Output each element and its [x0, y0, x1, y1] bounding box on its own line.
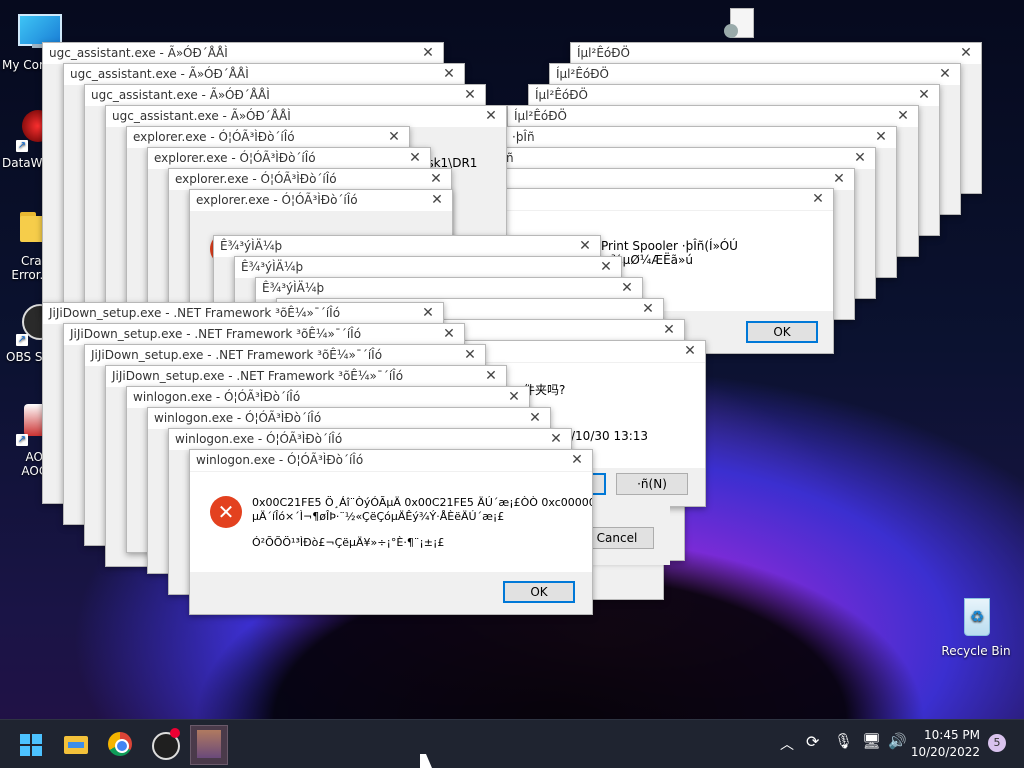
dialog-title: ugc_assistant.exe - Ã»ÓÐ´ÅÅÌ [49, 46, 228, 60]
network-icon[interactable]: 🖥 [862, 732, 881, 750]
obs-icon[interactable] [148, 728, 180, 760]
dialog-title: Íµl²ÊóÐÖ [556, 67, 609, 81]
close-icon[interactable]: ✕ [568, 450, 586, 471]
start-icon[interactable] [16, 728, 48, 760]
dialog-title: explorer.exe - Ó¦ÓÃ³ÌÐò´íÎó [196, 193, 358, 207]
close-icon[interactable]: ✕ [427, 169, 445, 190]
close-icon[interactable]: ✕ [428, 190, 446, 211]
close-icon[interactable]: ✕ [915, 85, 933, 106]
close-icon[interactable]: ✕ [872, 127, 890, 148]
desktop-icon-label: Recycle Bin [941, 644, 1011, 658]
taskbar: ︿ ⟳ 🎙 🖥 🔊 10:45 PM 10/20/2022 5 [0, 719, 1024, 768]
dialog-title: ugc_assistant.exe - Ã»ÓÐ´ÅÅÌ [70, 67, 249, 81]
shortcut-arrow-icon: ↗ [16, 140, 28, 152]
close-icon[interactable]: ✕ [597, 257, 615, 278]
dialog-title: winlogon.exe - Ó¦ÓÃ³ÌÐò´íÎó [133, 390, 301, 404]
close-icon[interactable]: ✕ [461, 345, 479, 366]
dialog-title: Ê¾³ýÌÄ¼þ [262, 281, 325, 295]
ok-button[interactable]: OK [503, 581, 575, 603]
dialog-title: ugc_assistant.exe - Ã»ÓÐ´ÅÅÌ [91, 88, 270, 102]
close-icon[interactable]: ✕ [681, 341, 699, 362]
dialog-title: ·þÎñ [512, 130, 535, 144]
clock-time[interactable]: 10:45 PM [916, 728, 980, 742]
mouse-cursor-icon [420, 754, 432, 768]
close-icon[interactable]: ✕ [406, 148, 424, 169]
close-icon[interactable]: ✕ [505, 387, 523, 408]
dialog-title: ugc_assistant.exe - Ã»ÓÐ´ÅÅÌ [112, 109, 291, 123]
close-icon[interactable]: ✕ [957, 43, 975, 64]
shortcut-arrow-icon: ↗ [16, 334, 28, 346]
close-icon[interactable]: ✕ [482, 106, 500, 127]
main-error-dialog[interactable]: winlogon.exe - Ó¦ÓÃ³ÌÐò´íÎó ✕ ✕ 0x00C21FE… [189, 449, 593, 615]
chrome-icon[interactable] [104, 728, 136, 760]
error-message-line1: 0x00C21FE5 Ö¸Áî¨ÒýÓÃµÄ 0x00C21FE5 ÄÚ´æ¡£… [252, 496, 593, 509]
dialog-title: Ê¾³ýÌÄ¼þ [220, 239, 283, 253]
date-text: /10/30 13:13 [571, 429, 649, 443]
dialog-title: winlogon.exe - Ó¦ÓÃ³ÌÐò´íÎó [154, 411, 322, 425]
close-icon[interactable]: ✕ [851, 148, 869, 169]
desktop-icon-recycle-bin[interactable]: ♻ Recycle Bin [936, 596, 1016, 658]
dialog-title: JiJiDown_setup.exe - .NET Framework ³õÊ¼… [91, 348, 383, 362]
error-x-icon: ✕ [210, 496, 242, 528]
close-icon[interactable]: ✕ [576, 236, 594, 257]
ok-button[interactable]: OK [746, 321, 818, 343]
chevron-up-icon[interactable]: ︿ [780, 734, 794, 754]
close-icon[interactable]: ✕ [809, 189, 827, 210]
dialog-title: Ê¾³ýÌÄ¼þ [241, 260, 304, 274]
dialog-title: explorer.exe - Ó¦ÓÃ³ÌÐò´íÎó [133, 130, 295, 144]
close-icon[interactable]: ✕ [482, 366, 500, 387]
no-button[interactable]: ·ñ(N) [616, 473, 688, 495]
recycle-bin-icon: ♻ [954, 596, 998, 640]
dialog-title: winlogon.exe - Ó¦ÓÃ³ÌÐò´íÎó [196, 453, 364, 467]
dialog-title: winlogon.exe - Ó¦ÓÃ³ÌÐò´íÎó [175, 432, 343, 446]
dialog-title: explorer.exe - Ó¦ÓÃ³ÌÐò´íÎó [154, 151, 316, 165]
close-icon[interactable]: ✕ [660, 320, 678, 341]
file-explorer-icon[interactable] [60, 728, 92, 760]
shortcut-arrow-icon: ↗ [16, 434, 28, 446]
close-icon[interactable]: ✕ [526, 408, 544, 429]
close-icon[interactable]: ✕ [461, 85, 479, 106]
print-spooler-message: Print Spooler ·þÎñ(Í»ÓÚ ±¾µØ¼ÆËã»ú [601, 239, 738, 267]
close-icon[interactable]: ✕ [419, 303, 437, 324]
close-icon[interactable]: ✕ [440, 64, 458, 85]
close-icon[interactable]: ✕ [440, 324, 458, 345]
anime-app-icon[interactable] [190, 725, 228, 765]
error-message-line2: µÄ´íÎó×´Ì¬¶øÎÞ·¨½«ÇëÇóµÄÊý¾Ý·ÅÈëÄÚ´æ¡£ [252, 510, 505, 523]
close-icon[interactable]: ✕ [639, 299, 657, 320]
close-icon[interactable]: ✕ [830, 169, 848, 190]
close-icon[interactable]: ✕ [547, 429, 565, 450]
dialog-title: Íµl²ÊóÐÖ [535, 88, 588, 102]
dialog-title: Íµl²ÊóÐÖ [514, 109, 567, 123]
notification-badge[interactable]: 5 [988, 734, 1006, 752]
volume-icon[interactable]: 🔊 [888, 732, 907, 750]
close-icon[interactable]: ✕ [936, 64, 954, 85]
sync-icon[interactable]: ⟳ [806, 732, 819, 751]
close-icon[interactable]: ✕ [618, 278, 636, 299]
clock-date[interactable]: 10/20/2022 [906, 745, 980, 759]
microphone-icon[interactable]: 🎙 [834, 732, 853, 750]
close-icon[interactable]: ✕ [894, 106, 912, 127]
dialog-title: JiJiDown_setup.exe - .NET Framework ³õÊ¼… [112, 369, 404, 383]
close-icon[interactable]: ✕ [385, 127, 403, 148]
dialog-title: explorer.exe - Ó¦ÓÃ³ÌÐò´íÎó [175, 172, 337, 186]
dialog-title: JiJiDown_setup.exe - .NET Framework ³õÊ¼… [49, 306, 341, 320]
error-message-line3: Ó²ÕÕÖ¹³ÌÐò£¬ÇëµÄ¥»÷¡°È·¶¨¡±¡£ [252, 536, 445, 549]
close-icon[interactable]: ✕ [419, 43, 437, 64]
dialog-title: Íµl²ÊóÐÖ [577, 46, 630, 60]
dialog-title: JiJiDown_setup.exe - .NET Framework ³õÊ¼… [70, 327, 362, 341]
